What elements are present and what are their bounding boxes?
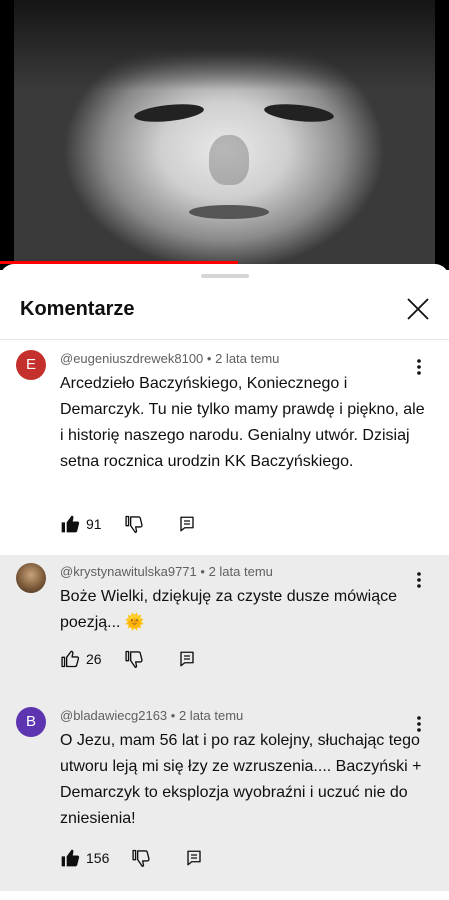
comment-meta: @eugeniuszdrewek8100 • 2 lata temu	[60, 351, 279, 366]
thumb-up-icon	[61, 515, 80, 533]
comment-time: 2 lata temu	[208, 564, 273, 579]
meta-separator: •	[206, 351, 216, 366]
video-player[interactable]	[0, 0, 449, 270]
dislike-button[interactable]	[124, 649, 144, 669]
comment-author[interactable]: @bladawiecg2163	[60, 708, 167, 723]
comment-meta: @bladawiecg2163 • 2 lata temu	[60, 708, 243, 723]
comment-actions: 156	[60, 847, 203, 869]
drag-handle[interactable]	[201, 274, 249, 278]
dislike-button[interactable]	[131, 848, 151, 868]
comment-time: 2 lata temu	[178, 708, 244, 723]
reply-button[interactable]	[178, 515, 196, 533]
like-count: 26	[86, 651, 102, 667]
reply-icon	[179, 651, 194, 667]
close-icon	[407, 298, 429, 320]
portrait-mouth	[189, 205, 269, 219]
comment-author[interactable]: @eugeniuszdrewek8100	[60, 351, 203, 366]
avatar[interactable]: E	[16, 350, 46, 380]
more-options-button[interactable]	[411, 714, 427, 734]
sheet-title: Komentarze	[20, 298, 135, 320]
reply-button[interactable]	[185, 849, 203, 867]
comment-meta: @krystynawitulska9771 • 2 lata temu	[60, 564, 273, 579]
video-frame-portrait	[14, 0, 435, 270]
comment-item: @krystynawitulska9771 • 2 lata temu Boże…	[0, 555, 449, 699]
like-count: 91	[86, 516, 102, 532]
thumb-down-icon	[132, 849, 150, 867]
comment-actions: 26	[60, 648, 196, 670]
more-options-button[interactable]	[411, 357, 427, 377]
like-button[interactable]: 26	[60, 649, 102, 669]
avatar[interactable]	[16, 563, 46, 593]
portrait-nose	[209, 135, 249, 185]
avatar[interactable]: B	[16, 707, 46, 737]
portrait-hair	[14, 0, 435, 90]
thumb-down-icon	[124, 650, 143, 668]
reply-icon	[187, 850, 202, 866]
reply-button[interactable]	[178, 650, 196, 668]
comment-time: 2 lata temu	[215, 351, 280, 366]
comments-sheet: Komentarze E @eugeniuszdrewek8100 • 2 la…	[0, 264, 449, 900]
dislike-button[interactable]	[124, 514, 144, 534]
comment-text: Arcedzieło Baczyńskiego, Koniecznego i D…	[60, 375, 425, 470]
thumb-up-icon	[61, 849, 80, 867]
portrait-eye-right	[263, 101, 335, 125]
more-vert-icon	[417, 572, 421, 588]
avatar-letter: E	[25, 356, 36, 373]
comment-text: O Jezu, mam 56 lat i po raz kolejny, słu…	[60, 732, 422, 827]
comment-author[interactable]: @krystynawitulska9771	[60, 564, 197, 579]
comments-header: Komentarze	[0, 286, 449, 340]
like-count: 156	[86, 850, 110, 866]
thumb-down-icon	[124, 515, 143, 533]
like-button[interactable]: 156	[60, 848, 109, 868]
thumb-up-icon	[61, 650, 80, 668]
reply-icon	[179, 516, 194, 532]
more-options-button[interactable]	[411, 570, 427, 590]
avatar-letter: B	[25, 713, 36, 730]
comment-text: Boże Wielki, dziękuję za czyste dusze mó…	[60, 588, 398, 631]
meta-separator: •	[200, 564, 209, 579]
portrait-eye-left	[133, 101, 205, 125]
more-vert-icon	[417, 359, 421, 375]
close-button[interactable]	[405, 296, 431, 322]
comment-actions: 91	[60, 513, 196, 535]
meta-separator: •	[170, 708, 179, 723]
comment-item: E @eugeniuszdrewek8100 • 2 lata temu Arc…	[0, 342, 449, 555]
more-vert-icon	[417, 716, 421, 732]
comment-item: B @bladawiecg2163 • 2 lata temu O Jezu, …	[0, 699, 449, 891]
like-button[interactable]: 91	[60, 514, 102, 534]
